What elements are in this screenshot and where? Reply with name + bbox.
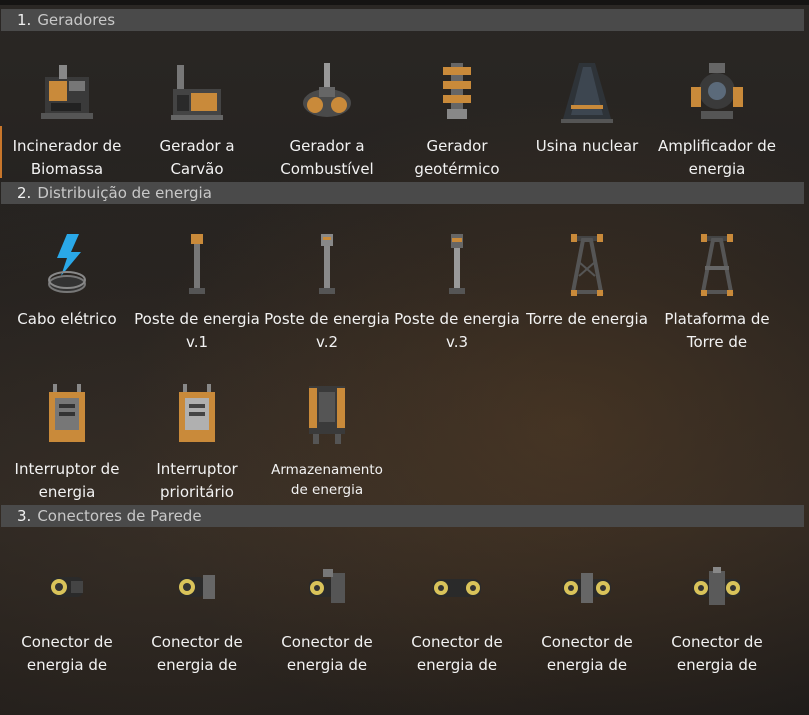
build-item-wall-outlet-4[interactable]: Conector de energia de xyxy=(392,553,522,678)
section-number: 1. xyxy=(17,11,32,29)
section-title: Conectores de Parede xyxy=(37,507,202,525)
wall-outlet-3-icon xyxy=(292,553,362,623)
power-switch-icon xyxy=(32,380,102,450)
priority-switch-icon xyxy=(162,380,232,450)
build-item-biomass-burner[interactable]: Incinerador de Biomassa xyxy=(2,57,132,182)
geothermal-generator-icon xyxy=(422,57,492,127)
build-item-wall-outlet-5[interactable]: Conector de energia de xyxy=(522,553,652,678)
build-item-power-pole-v2[interactable]: Poste de energia v.2 xyxy=(262,230,392,355)
power-pole-v1-icon xyxy=(162,230,232,300)
top-strip xyxy=(0,0,809,5)
item-label: Conector de energia de xyxy=(151,633,243,674)
item-label: Conector de energia de xyxy=(671,633,763,674)
build-item-coal-generator[interactable]: Gerador a Carvão xyxy=(132,57,262,182)
build-item-power-storage[interactable]: Armazenamento de energia xyxy=(262,380,392,505)
item-label: Gerador geotérmico xyxy=(414,137,500,178)
fuel-generator-icon xyxy=(292,57,362,127)
section-number: 2. xyxy=(17,184,32,202)
power-cable-icon xyxy=(32,230,102,300)
wall-outlet-6-icon xyxy=(682,553,752,623)
item-label: Poste de energia v.1 xyxy=(134,310,260,351)
biomass-burner-icon xyxy=(32,57,102,127)
build-item-wall-outlet-3[interactable]: Conector de energia de xyxy=(262,553,392,678)
build-item-fuel-generator[interactable]: Gerador a Combustível xyxy=(262,57,392,182)
item-label: Cabo elétrico xyxy=(17,310,117,328)
item-label: Interruptor de energia xyxy=(14,460,120,501)
item-label: Poste de energia v.3 xyxy=(394,310,520,351)
section-header-generators[interactable]: 1. Geradores xyxy=(1,9,804,31)
item-label: Poste de energia v.2 xyxy=(264,310,390,351)
item-label: Plataforma de Torre de xyxy=(664,310,770,351)
section-title: Distribuição de energia xyxy=(37,184,212,202)
wall-outlet-4-icon xyxy=(422,553,492,623)
section-title: Geradores xyxy=(37,11,116,29)
section-number: 3. xyxy=(17,507,32,525)
item-label: Usina nuclear xyxy=(535,137,639,155)
section-header-power-distribution[interactable]: 2. Distribuição de energia xyxy=(1,182,804,204)
item-label: Gerador a Carvão xyxy=(159,137,235,178)
item-label: Interruptor prioritário xyxy=(156,460,238,501)
build-item-geothermal-generator[interactable]: Gerador geotérmico xyxy=(392,57,522,182)
build-item-power-pole-v1[interactable]: Poste de energia v.1 xyxy=(132,230,262,355)
build-item-wall-outlet-2[interactable]: Conector de energia de xyxy=(132,553,262,678)
build-item-power-pole-v3[interactable]: Poste de energia v.3 xyxy=(392,230,522,355)
power-storage-icon xyxy=(292,380,362,450)
build-item-wall-outlet-1[interactable]: Conector de energia de xyxy=(2,553,132,678)
item-label: Incinerador de Biomassa xyxy=(12,137,122,178)
build-item-power-augmenter[interactable]: Amplificador de energia xyxy=(652,57,782,182)
item-label: Conector de energia de xyxy=(411,633,503,674)
wall-outlet-5-icon xyxy=(552,553,622,623)
power-pole-v2-icon xyxy=(292,230,362,300)
item-label: Armazenamento de energia xyxy=(271,462,383,498)
build-item-power-switch[interactable]: Interruptor de energia xyxy=(2,380,132,505)
build-item-power-tower[interactable]: Torre de energia xyxy=(522,230,652,355)
power-augmenter-icon xyxy=(682,57,752,127)
build-item-power-tower-platform[interactable]: Plataforma de Torre de xyxy=(652,230,782,355)
power-pole-v3-icon xyxy=(422,230,492,300)
coal-generator-icon xyxy=(162,57,232,127)
build-item-wall-outlet-6[interactable]: Conector de energia de xyxy=(652,553,782,678)
build-item-power-cable[interactable]: Cabo elétrico xyxy=(2,230,132,355)
nuclear-plant-icon xyxy=(552,57,622,127)
item-label: Conector de energia de xyxy=(281,633,373,674)
wall-outlet-1-icon xyxy=(32,553,102,623)
build-item-nuclear-plant[interactable]: Usina nuclear xyxy=(522,57,652,182)
wall-outlet-2-icon xyxy=(162,553,232,623)
item-label: Torre de energia xyxy=(526,310,648,328)
build-item-priority-switch[interactable]: Interruptor prioritário xyxy=(132,380,262,505)
item-label: Conector de energia de xyxy=(21,633,113,674)
item-label: Conector de energia de xyxy=(541,633,633,674)
power-tower-icon xyxy=(552,230,622,300)
power-tower-platform-icon xyxy=(682,230,752,300)
item-label: Gerador a Combustível xyxy=(280,137,374,178)
section-header-wall-connectors[interactable]: 3. Conectores de Parede xyxy=(1,505,804,527)
item-label: Amplificador de energia xyxy=(657,137,776,178)
